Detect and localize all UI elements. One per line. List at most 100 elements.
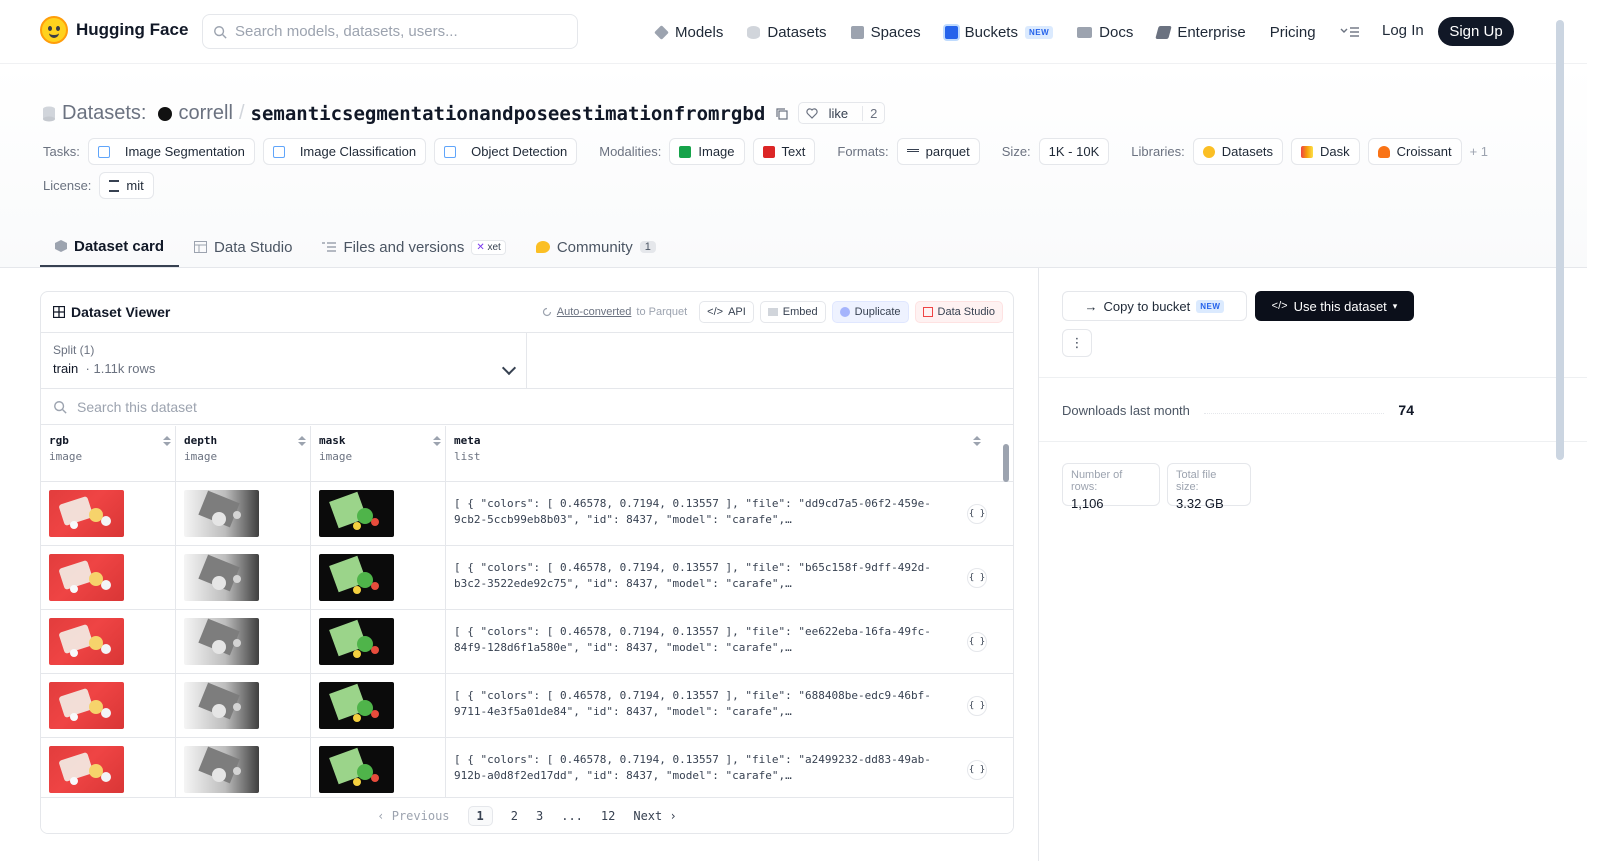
auto-converted-link[interactable]: Auto-converted bbox=[557, 306, 632, 318]
datasets-prefix[interactable]: Datasets: bbox=[62, 102, 146, 125]
global-search-input[interactable] bbox=[235, 23, 555, 40]
split-selector[interactable]: Split (1) train · 1.11k rows bbox=[41, 333, 527, 388]
page-12[interactable]: 12 bbox=[601, 809, 615, 823]
cell-depth[interactable] bbox=[176, 674, 311, 737]
tag-dask[interactable]: Dask bbox=[1291, 138, 1360, 165]
page-scrollbar[interactable] bbox=[1556, 20, 1564, 460]
size-label: Size: bbox=[1001, 144, 1031, 159]
duplicate-button[interactable]: Duplicate bbox=[831, 301, 909, 323]
tag-image-segmentation[interactable]: Image Segmentation bbox=[87, 138, 255, 165]
column-header-meta[interactable]: meta list bbox=[446, 426, 999, 481]
cell-mask[interactable] bbox=[311, 546, 446, 609]
depth-thumbnail[interactable] bbox=[184, 682, 259, 729]
rgb-thumbnail[interactable] bbox=[49, 554, 124, 601]
cell-depth[interactable] bbox=[176, 738, 311, 799]
nav-models[interactable]: Models bbox=[654, 24, 723, 41]
copy-icon[interactable] bbox=[775, 107, 789, 121]
column-header-rgb[interactable]: rgb image bbox=[41, 426, 176, 481]
nav-datasets[interactable]: Datasets bbox=[747, 24, 827, 41]
cell-depth[interactable] bbox=[176, 482, 311, 545]
repo-name[interactable]: semanticsegmentationandposeestimationfro… bbox=[251, 103, 766, 125]
api-button[interactable]: </> API bbox=[699, 301, 754, 323]
embed-button[interactable]: Embed bbox=[759, 301, 826, 323]
cell-rgb[interactable] bbox=[41, 546, 176, 609]
mask-thumbnail[interactable] bbox=[319, 618, 394, 665]
cell-mask[interactable] bbox=[311, 610, 446, 673]
tag-image-classification[interactable]: Image Classification bbox=[262, 138, 427, 165]
rgb-thumbnail[interactable] bbox=[49, 490, 124, 537]
cell-rgb[interactable] bbox=[41, 674, 176, 737]
like-button[interactable]: like 2 bbox=[798, 102, 886, 124]
tag-croissant[interactable]: Croissant bbox=[1367, 138, 1462, 165]
tag-object-detection[interactable]: Object Detection bbox=[434, 138, 578, 165]
page-2[interactable]: 2 bbox=[511, 809, 518, 823]
cell-rgb[interactable] bbox=[41, 610, 176, 673]
nav-docs[interactable]: Docs bbox=[1077, 24, 1133, 41]
tag-license[interactable]: mit bbox=[99, 172, 154, 199]
cell-meta[interactable]: [ { "colors": [ 0.46578, 0.7194, 0.13557… bbox=[446, 610, 999, 673]
cell-meta[interactable]: [ { "colors": [ 0.46578, 0.7194, 0.13557… bbox=[446, 738, 999, 799]
depth-thumbnail[interactable] bbox=[184, 554, 259, 601]
nav-enterprise[interactable]: Enterprise bbox=[1155, 24, 1246, 41]
cell-rgb[interactable] bbox=[41, 738, 176, 799]
json-view-icon[interactable]: { } bbox=[967, 696, 987, 716]
more-options-button[interactable]: ⋮ bbox=[1062, 329, 1092, 357]
json-view-icon[interactable]: { } bbox=[967, 760, 987, 780]
signup-button[interactable]: Sign Up bbox=[1438, 17, 1514, 46]
tag-parquet[interactable]: parquet bbox=[896, 138, 980, 165]
nav-more-menu[interactable] bbox=[1340, 26, 1360, 38]
mask-thumbnail[interactable] bbox=[319, 682, 394, 729]
cell-depth[interactable] bbox=[176, 610, 311, 673]
json-view-icon[interactable]: { } bbox=[967, 568, 987, 588]
tab-files-and-versions[interactable]: Files and versions ✕ xet bbox=[307, 227, 520, 267]
mask-thumbnail[interactable] bbox=[319, 554, 394, 601]
logo-link[interactable]: Hugging Face bbox=[40, 16, 188, 44]
cell-meta[interactable]: [ { "colors": [ 0.46578, 0.7194, 0.13557… bbox=[446, 546, 999, 609]
cell-depth[interactable] bbox=[176, 546, 311, 609]
cell-rgb[interactable] bbox=[41, 482, 176, 545]
login-link[interactable]: Log In bbox=[1382, 22, 1424, 39]
tag-size[interactable]: 1K - 10K bbox=[1038, 138, 1110, 165]
mask-thumbnail[interactable] bbox=[319, 746, 394, 793]
rgb-thumbnail[interactable] bbox=[49, 618, 124, 665]
depth-thumbnail[interactable] bbox=[184, 490, 259, 537]
column-header-depth[interactable]: depth image bbox=[176, 426, 311, 481]
cell-mask[interactable] bbox=[311, 674, 446, 737]
column-header-mask[interactable]: mask image bbox=[311, 426, 446, 481]
cell-mask[interactable] bbox=[311, 482, 446, 545]
use-this-dataset-button[interactable]: </> Use this dataset ▾ bbox=[1255, 291, 1414, 321]
nav-pricing[interactable]: Pricing bbox=[1270, 24, 1316, 41]
mask-thumbnail[interactable] bbox=[319, 490, 394, 537]
table-scrollbar-thumb[interactable] bbox=[1003, 444, 1009, 482]
data-studio-button[interactable]: Data Studio bbox=[914, 301, 1003, 323]
nav-spaces[interactable]: Spaces bbox=[850, 24, 921, 41]
page-1[interactable]: 1 bbox=[467, 805, 493, 826]
libraries-more[interactable]: + 1 bbox=[1470, 144, 1488, 159]
repo-owner[interactable]: correll bbox=[178, 102, 232, 125]
depth-thumbnail[interactable] bbox=[184, 618, 259, 665]
depth-thumbnail[interactable] bbox=[184, 746, 259, 793]
json-view-icon[interactable]: { } bbox=[967, 632, 987, 652]
json-view-icon[interactable]: { } bbox=[967, 504, 987, 524]
cell-meta[interactable]: [ { "colors": [ 0.46578, 0.7194, 0.13557… bbox=[446, 674, 999, 737]
tab-data-studio[interactable]: Data Studio bbox=[179, 227, 307, 267]
tab-dataset-card[interactable]: Dataset card bbox=[40, 227, 180, 267]
nav-buckets[interactable]: Buckets NEW bbox=[944, 24, 1054, 41]
next-page[interactable]: Next › bbox=[633, 809, 676, 823]
rgb-thumbnail[interactable] bbox=[49, 746, 124, 793]
search-icon bbox=[214, 25, 227, 39]
dataset-search-input[interactable] bbox=[77, 398, 677, 415]
dataset-search[interactable] bbox=[41, 389, 1013, 425]
copy-to-bucket-button[interactable]: → Copy to bucket NEW bbox=[1062, 291, 1247, 321]
table-scrollbar[interactable] bbox=[1003, 432, 1009, 792]
tab-community[interactable]: Community 1 bbox=[521, 227, 671, 267]
page-3[interactable]: 3 bbox=[536, 809, 543, 823]
tag-datasets-library[interactable]: Datasets bbox=[1192, 138, 1284, 165]
tag-text[interactable]: Text bbox=[752, 138, 816, 165]
cell-mask[interactable] bbox=[311, 738, 446, 799]
global-search[interactable] bbox=[202, 14, 578, 49]
previous-page[interactable]: ‹ Previous bbox=[377, 809, 449, 823]
cell-meta[interactable]: [ { "colors": [ 0.46578, 0.7194, 0.13557… bbox=[446, 482, 999, 545]
tag-image[interactable]: Image bbox=[669, 138, 745, 165]
rgb-thumbnail[interactable] bbox=[49, 682, 124, 729]
